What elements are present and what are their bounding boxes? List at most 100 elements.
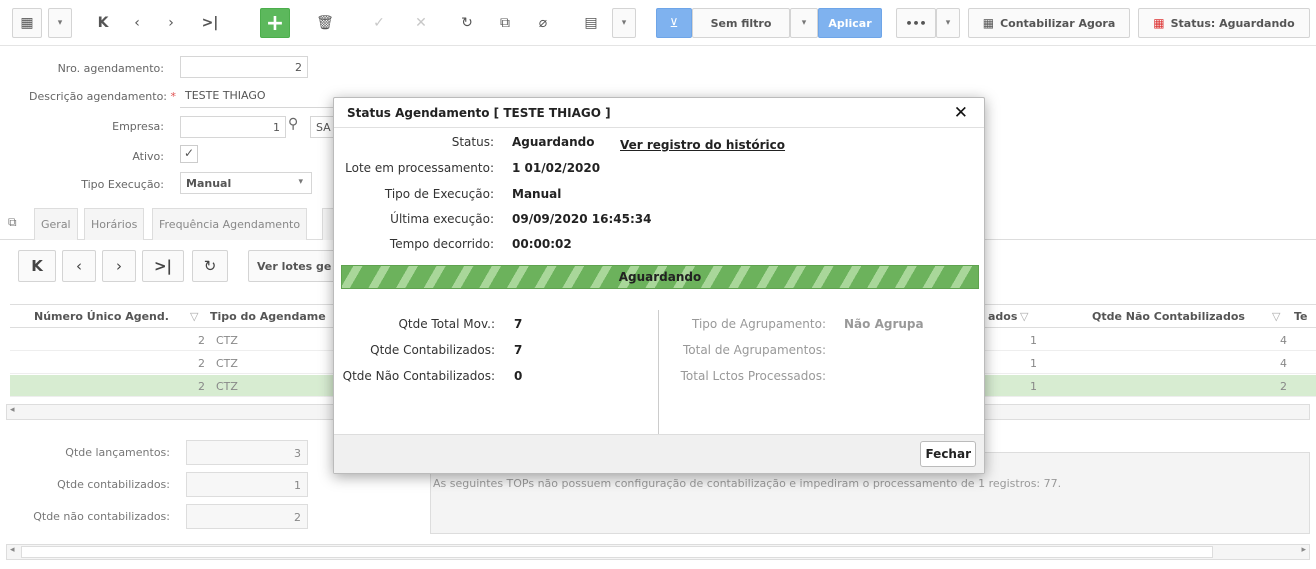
tab-geral[interactable]: Geral <box>34 208 78 240</box>
attach-icon[interactable]: ⌀ <box>528 8 558 38</box>
tipo-agrupamento-label: Tipo de Agrupamento: <box>692 317 826 331</box>
descricao-agendamento-label: Descrição agendamento: * <box>4 90 176 103</box>
qtde-lancamentos-value: 3 <box>186 440 308 465</box>
empresa-code-field[interactable]: 1 <box>180 116 286 138</box>
grid-next-icon[interactable]: › <box>102 250 136 282</box>
ativo-label: Ativo: <box>132 150 164 163</box>
grid-prev-icon[interactable]: ‹ <box>62 250 96 282</box>
cell-tipo: CTZ <box>216 380 238 393</box>
total-agrupamentos-label: Total de Agrupamentos: <box>682 343 826 357</box>
dialog-footer: Fechar <box>334 434 984 473</box>
cell-tipo: CTZ <box>216 334 238 347</box>
tab-icon: ⧉ <box>8 215 17 229</box>
cell-numero: 2 <box>198 334 205 347</box>
descricao-label-text: Descrição agendamento: <box>29 90 167 103</box>
tempo-decorrido-value: 00:00:02 <box>512 237 572 251</box>
filter-dropdown-icon[interactable]: ▾ <box>790 8 818 38</box>
ver-historico-link[interactable]: Ver registro do histórico <box>620 138 785 152</box>
col-contabilizados[interactable]: ados <box>988 310 1017 323</box>
last-record-icon[interactable]: >| <box>190 8 230 38</box>
col-tipo-agendamento[interactable]: Tipo do Agendame <box>210 310 326 323</box>
more-button[interactable]: ••• <box>896 8 936 38</box>
lote-value: 1 01/02/2020 <box>512 161 601 175</box>
filter-icon[interactable]: ▽ <box>190 310 198 323</box>
main-toolbar: ▦ ▾ K ‹ › >| + 🗑 ✓ ✕ ↻ ⧉ ⌀ ▤ ▾ ⊻ Sem fil… <box>0 0 1316 46</box>
nro-agendamento-field[interactable]: 2 <box>180 56 308 78</box>
contabilizar-agora-label: Contabilizar Agora <box>1000 16 1116 30</box>
tab-horarios[interactable]: Horários <box>84 208 145 240</box>
first-record-icon[interactable]: K <box>88 8 118 38</box>
delete-icon[interactable]: 🗑 <box>310 8 340 38</box>
lote-label: Lote em processamento: <box>345 161 494 175</box>
qtde-nao-contabilizados-label: Qtde não contabilizados: <box>33 510 170 523</box>
status-value: Aguardando <box>512 135 595 149</box>
tipo-execucao-label: Tipo de Execução: <box>384 187 494 201</box>
cell-contab: 1 <box>1030 334 1037 347</box>
tipo-agrupamento-value: Não Agrupa <box>844 317 924 331</box>
col-numero-unico[interactable]: Número Único Agend. <box>34 310 169 323</box>
copy-icon[interactable]: ⧉ <box>490 8 520 38</box>
filter-icon[interactable]: ▽ <box>1020 310 1028 323</box>
prev-record-icon[interactable]: ‹ <box>122 8 152 38</box>
grid-view-icon[interactable]: ▦ <box>12 8 42 38</box>
filter-icon[interactable]: ⊻ <box>656 8 692 38</box>
scroll-right-icon[interactable]: ▸ <box>1301 545 1306 555</box>
tipo-execucao-value: Manual <box>186 177 232 190</box>
fechar-button[interactable]: Fechar <box>920 441 976 467</box>
cancel-icon[interactable]: ✕ <box>406 8 436 38</box>
more-dropdown-icon[interactable]: ▾ <box>936 8 960 38</box>
grid-first-icon[interactable]: K <box>18 250 56 282</box>
cell-nao: 4 <box>1280 357 1287 370</box>
status-agendamento-dialog: Status Agendamento [ TESTE THIAGO ] ✕ St… <box>333 97 985 474</box>
add-button[interactable]: + <box>260 8 290 38</box>
close-icon[interactable]: ✕ <box>954 103 968 123</box>
status-button[interactable]: ▦ Status: Aguardando <box>1138 8 1310 38</box>
view-dropdown-icon[interactable]: ▾ <box>48 8 72 38</box>
total-mov-label: Qtde Total Mov.: <box>398 317 495 331</box>
apply-button[interactable]: Aplicar <box>818 8 882 38</box>
vertical-divider <box>658 310 659 434</box>
chevron-down-icon: ▾ <box>298 177 303 187</box>
report-icon[interactable]: ▤ <box>576 8 606 38</box>
status-label: Status: <box>451 135 494 149</box>
document-icon: ▦ <box>982 16 995 30</box>
filter-select[interactable]: Sem filtro <box>692 8 790 38</box>
status-button-label: Status: Aguardando <box>1170 16 1295 30</box>
grid-last-icon[interactable]: >| <box>142 250 184 282</box>
cell-contab: 1 <box>1030 380 1037 393</box>
ver-lotes-button[interactable]: Ver lotes ge <box>248 250 338 282</box>
contabilizados-value: 7 <box>514 343 523 357</box>
progress-bar: Aguardando <box>341 265 979 289</box>
empresa-label: Empresa: <box>112 120 164 133</box>
filter-icon[interactable]: ▽ <box>1272 310 1280 323</box>
search-icon[interactable]: ⚲ <box>288 116 298 132</box>
scroll-left-icon[interactable]: ◂ <box>10 405 15 415</box>
col-te[interactable]: Te <box>1294 310 1308 323</box>
ativo-checkbox[interactable]: ✓ <box>180 145 198 163</box>
qtde-contabilizados-label: Qtde contabilizados: <box>57 478 170 491</box>
col-nao-contabilizados[interactable]: Qtde Não Contabilizados <box>1092 310 1245 323</box>
tab-frequencia-agendamento[interactable]: Frequência Agendamento <box>152 208 308 240</box>
total-mov-value: 7 <box>514 317 523 331</box>
cell-numero: 2 <box>198 357 205 370</box>
scrollbar-thumb[interactable] <box>21 546 1213 558</box>
cell-tipo: CTZ <box>216 357 238 370</box>
contabilizar-agora-button[interactable]: ▦ Contabilizar Agora <box>968 8 1130 38</box>
total-lctos-label: Total Lctos Processados: <box>680 369 826 383</box>
nro-agendamento-label: Nro. agendamento: <box>57 62 164 75</box>
required-icon: * <box>170 90 177 103</box>
ultima-execucao-label: Última execução: <box>390 212 494 226</box>
confirm-icon[interactable]: ✓ <box>364 8 394 38</box>
contabilizados-label: Qtde Contabilizados: <box>370 343 495 357</box>
tipo-execucao-select[interactable]: Manual ▾ <box>180 172 312 194</box>
qtde-nao-contabilizados-value: 2 <box>186 504 308 529</box>
grid-refresh-icon[interactable]: ↻ <box>192 250 228 282</box>
qtde-lancamentos-label: Qtde lançamentos: <box>65 446 170 459</box>
next-record-icon[interactable]: › <box>156 8 186 38</box>
refresh-icon[interactable]: ↻ <box>452 8 482 38</box>
page-horizontal-scrollbar[interactable]: ◂ ▸ <box>6 544 1310 560</box>
scroll-left-icon[interactable]: ◂ <box>10 545 15 555</box>
report-dropdown-icon[interactable]: ▾ <box>612 8 636 38</box>
progress-text: Aguardando <box>618 270 702 284</box>
status-document-icon: ▦ <box>1153 16 1165 30</box>
